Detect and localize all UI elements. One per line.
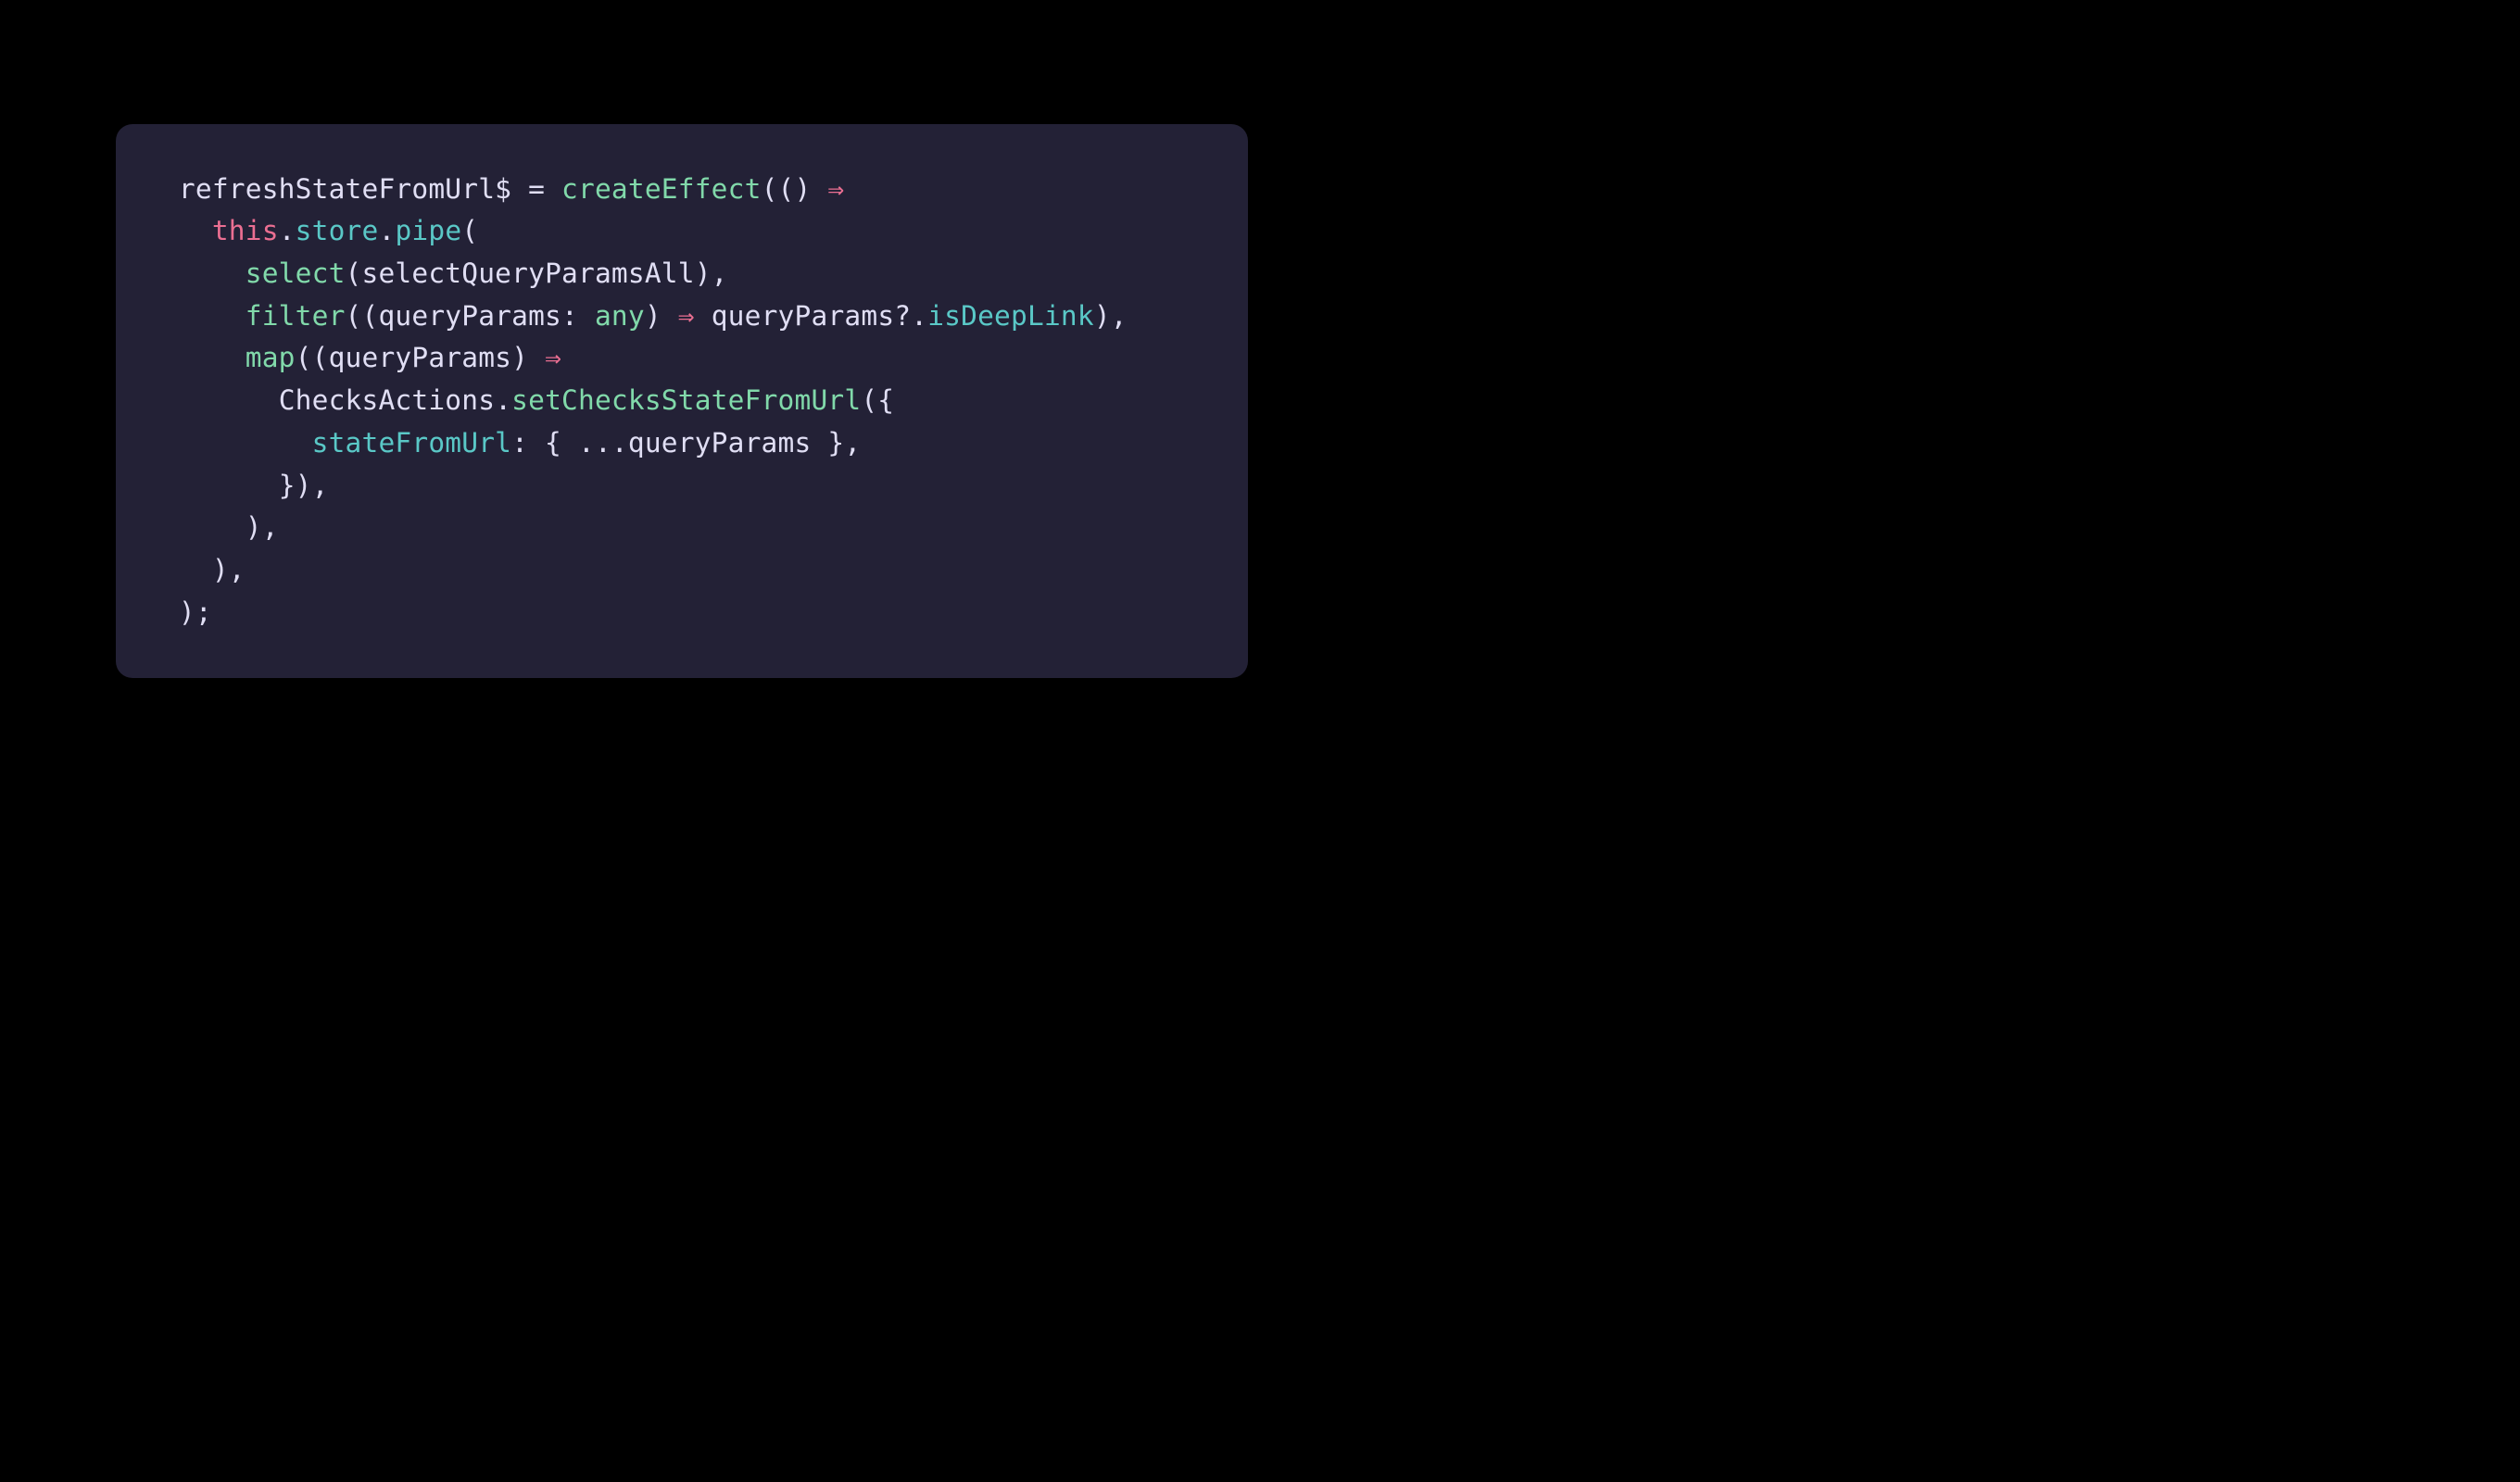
token-punct: ), — [212, 554, 246, 585]
token-punct: ( — [461, 215, 478, 246]
code-block: refreshStateFromUrl$ = createEffect(() ⇒… — [145, 169, 1211, 634]
token-punct: . — [279, 215, 296, 246]
token-punct: : — [561, 300, 595, 332]
token-fn: setChecksStateFromUrl — [511, 384, 861, 416]
token-punct — [528, 342, 545, 373]
token-punct: ?. — [894, 300, 927, 332]
token-fn: map — [246, 342, 296, 373]
token-punct: . — [378, 215, 395, 246]
token-kw: this — [212, 215, 279, 246]
token-punct: }), — [279, 470, 329, 501]
token-punct — [695, 300, 712, 332]
token-arrow: ⇒ — [545, 342, 561, 373]
code-snippet-panel: refreshStateFromUrl$ = createEffect(() ⇒… — [116, 124, 1248, 679]
token-punct: ) — [645, 300, 662, 332]
token-method: stateFromUrl — [312, 427, 512, 458]
token-punct: ({ — [861, 384, 894, 416]
token-arrow: ⇒ — [827, 173, 844, 205]
token-prop: ChecksActions — [279, 384, 496, 416]
token-punct: ) — [511, 342, 528, 373]
token-fn: filter — [246, 300, 346, 332]
token-punct: ); — [179, 597, 212, 628]
token-punct: ), — [695, 257, 728, 289]
token-prop: queryParams — [712, 300, 895, 332]
token-method: pipe — [395, 215, 461, 246]
token-punct — [811, 173, 827, 205]
token-fn: createEffect — [561, 173, 762, 205]
token-punct: }, — [811, 427, 861, 458]
token-prop: queryParams — [628, 427, 812, 458]
token-prop: queryParams — [378, 300, 561, 332]
token-fn: any — [595, 300, 645, 332]
token-punct — [145, 173, 179, 205]
token-punct: (() — [762, 173, 812, 205]
token-punct: ( — [346, 257, 362, 289]
token-punct: ), — [246, 511, 279, 543]
token-punct: (( — [296, 342, 329, 373]
token-method: store — [296, 215, 379, 246]
token-punct: ), — [1094, 300, 1128, 332]
token-arrow: ⇒ — [678, 300, 695, 332]
code-content: refreshStateFromUrl$ = createEffect(() ⇒… — [145, 173, 1128, 628]
token-method: isDeepLink — [927, 300, 1094, 332]
token-punct: = — [511, 173, 561, 205]
token-prop: queryParams — [329, 342, 512, 373]
token-prop: selectQueryParamsAll — [362, 257, 695, 289]
token-punct — [662, 300, 678, 332]
token-punct: . — [495, 384, 511, 416]
token-punct: : { ... — [511, 427, 628, 458]
token-fn: select — [246, 257, 346, 289]
token-punct: (( — [346, 300, 379, 332]
token-prop: refreshStateFromUrl$ — [179, 173, 511, 205]
